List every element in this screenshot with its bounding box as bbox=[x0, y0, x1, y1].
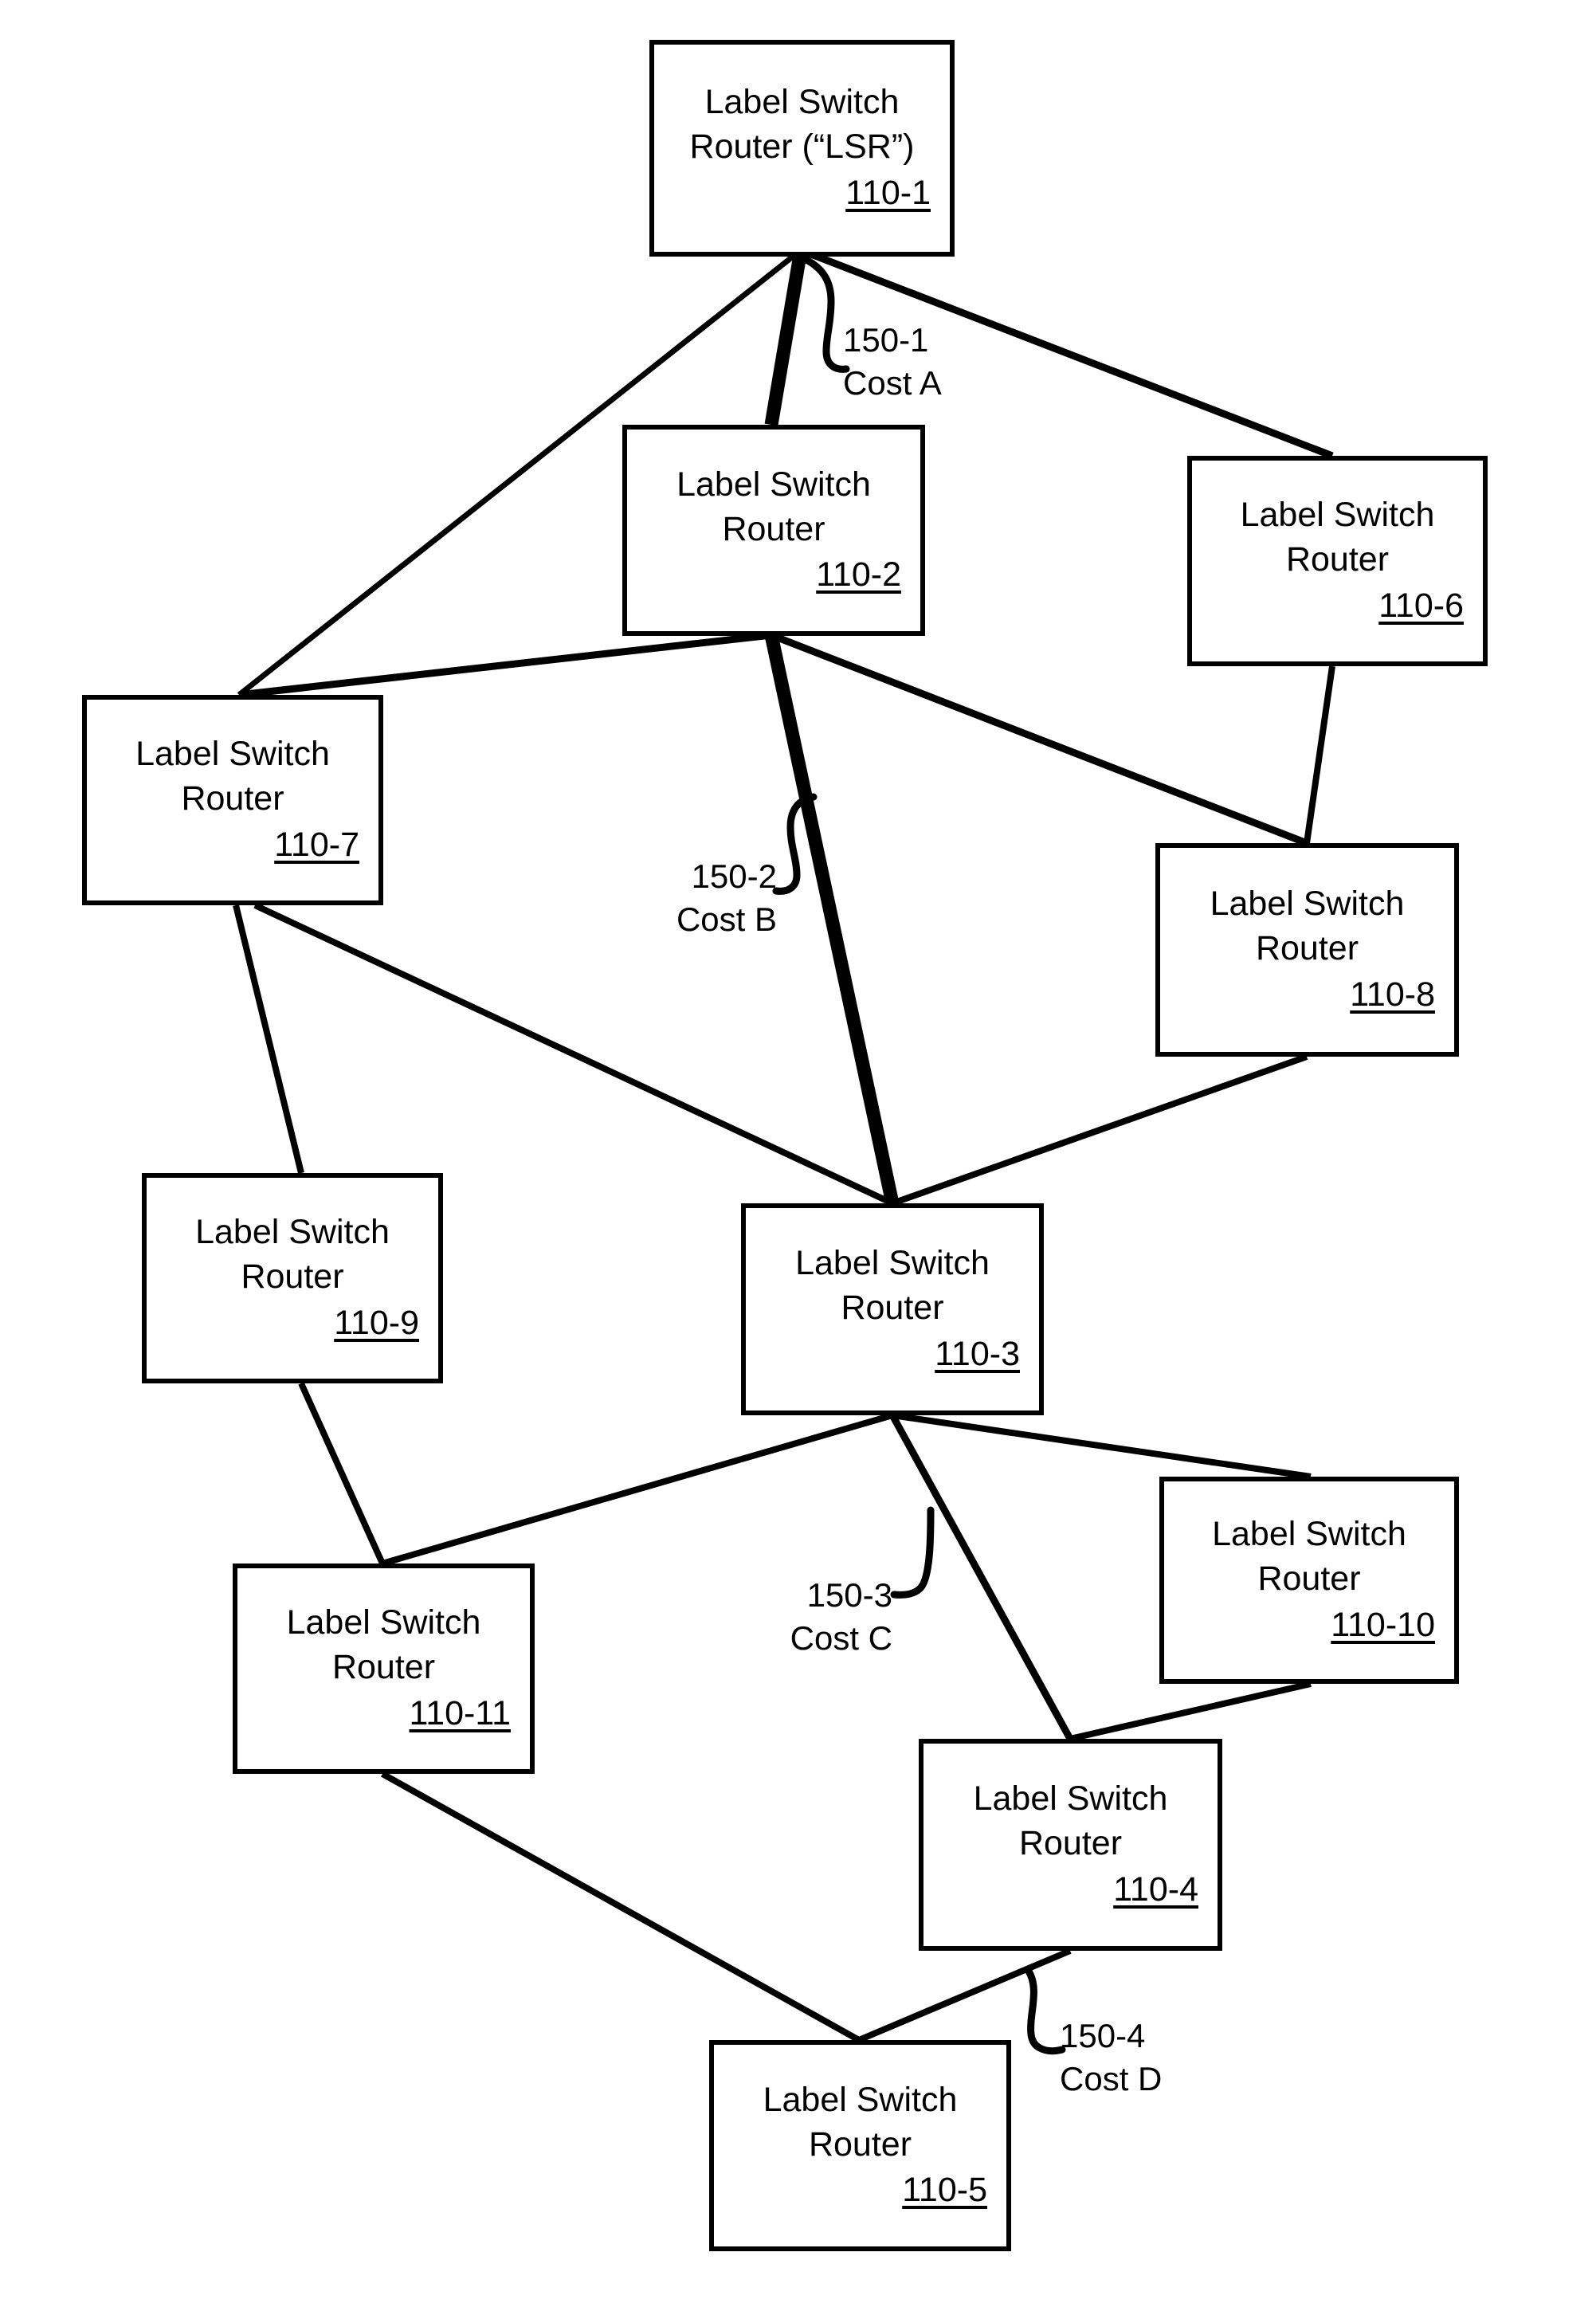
node-lsr-110-7[interactable]: Label Switch Router 110-7 bbox=[82, 695, 383, 905]
node-lsr-110-10[interactable]: Label Switch Router 110-10 bbox=[1159, 1477, 1459, 1684]
node-ref-label: 110-8 bbox=[1350, 975, 1435, 1014]
node-lsr-110-9[interactable]: Label Switch Router 110-9 bbox=[142, 1173, 443, 1383]
node-ref-label: 110-6 bbox=[1378, 586, 1464, 625]
link-110-11-to-110-5 bbox=[381, 1771, 861, 2043]
node-title: Label Switch Router bbox=[195, 1213, 390, 1297]
link-110-3-to-110-10 bbox=[892, 1412, 1312, 1480]
link-110-9-to-110-11 bbox=[298, 1382, 386, 1565]
link-110-7-to-110-9 bbox=[233, 904, 304, 1174]
network-edges-layer bbox=[233, 246, 1335, 2055]
node-ref-label: 110-11 bbox=[409, 1693, 511, 1732]
node-lsr-110-2[interactable]: Label Switch Router 110-2 bbox=[622, 425, 925, 636]
link-110-4-to-110-5 bbox=[857, 1948, 1072, 2043]
node-lsr-110-4[interactable]: Label Switch Router 110-4 bbox=[919, 1739, 1222, 1951]
node-ref-label: 110-3 bbox=[935, 1334, 1020, 1373]
node-title: Label Switch Router bbox=[763, 2080, 958, 2164]
node-title: Label Switch Router bbox=[1240, 496, 1435, 579]
leader-150-3 bbox=[890, 1506, 935, 1599]
node-ref-label: 110-10 bbox=[1331, 1605, 1435, 1644]
link-110-2-to-110-3-thick bbox=[764, 634, 900, 1205]
node-title: Label Switch Router bbox=[286, 1603, 481, 1687]
link-110-7-to-110-3 bbox=[253, 902, 894, 1206]
link-110-3-to-110-4 bbox=[889, 1413, 1073, 1741]
node-ref-label: 110-2 bbox=[816, 555, 901, 594]
link-110-8-to-110-3 bbox=[891, 1053, 1308, 1206]
link-110-1-to-110-2-thick bbox=[764, 249, 808, 426]
node-title: Label Switch Router bbox=[973, 1779, 1168, 1863]
link-110-2-to-110-7 bbox=[238, 631, 772, 699]
node-ref-label: 110-5 bbox=[902, 2171, 987, 2210]
node-lsr-110-3[interactable]: Label Switch Router 110-3 bbox=[741, 1203, 1044, 1415]
edge-label-150-1: 150-1 Cost A bbox=[843, 321, 942, 402]
node-ref-label: 110-4 bbox=[1113, 1870, 1198, 1909]
link-110-3-to-110-11 bbox=[381, 1412, 894, 1567]
node-lsr-110-5[interactable]: Label Switch Router 110-5 bbox=[709, 2040, 1011, 2251]
edge-label-150-4: 150-4 Cost D bbox=[1060, 2017, 1163, 2097]
node-title: Label Switch Router bbox=[135, 735, 330, 818]
link-110-6-to-110-8 bbox=[1304, 665, 1335, 844]
node-title: Label Switch Router (“LSR”) bbox=[689, 83, 915, 167]
link-110-10-to-110-4 bbox=[1069, 1681, 1312, 1742]
edge-label-150-3: 150-3 Cost C bbox=[790, 1576, 892, 1657]
leader-150-1 bbox=[801, 255, 850, 373]
node-title: Label Switch Router bbox=[1210, 885, 1405, 968]
edge-label-150-2: 150-2 Cost B bbox=[676, 857, 777, 938]
leader-150-4 bbox=[1024, 1966, 1066, 2055]
node-lsr-110-8[interactable]: Label Switch Router 110-8 bbox=[1155, 843, 1459, 1057]
link-110-2-to-110-8 bbox=[770, 631, 1308, 847]
figure-canvas: Label Switch Router (“LSR”) 110-1 Label … bbox=[0, 0, 1596, 2307]
node-ref-label: 110-7 bbox=[274, 825, 359, 864]
node-ref-label: 110-9 bbox=[334, 1303, 419, 1342]
node-lsr-110-6[interactable]: Label Switch Router 110-6 bbox=[1187, 456, 1488, 666]
node-ref-label: 110-1 bbox=[845, 173, 931, 212]
node-title: Label Switch Router bbox=[795, 1244, 990, 1328]
node-title: Label Switch Router bbox=[676, 465, 871, 548]
node-title: Label Switch Router bbox=[1212, 1515, 1406, 1599]
node-lsr-110-11[interactable]: Label Switch Router 110-11 bbox=[233, 1564, 535, 1774]
node-lsr-110-1[interactable]: Label Switch Router (“LSR”) 110-1 bbox=[649, 40, 955, 257]
